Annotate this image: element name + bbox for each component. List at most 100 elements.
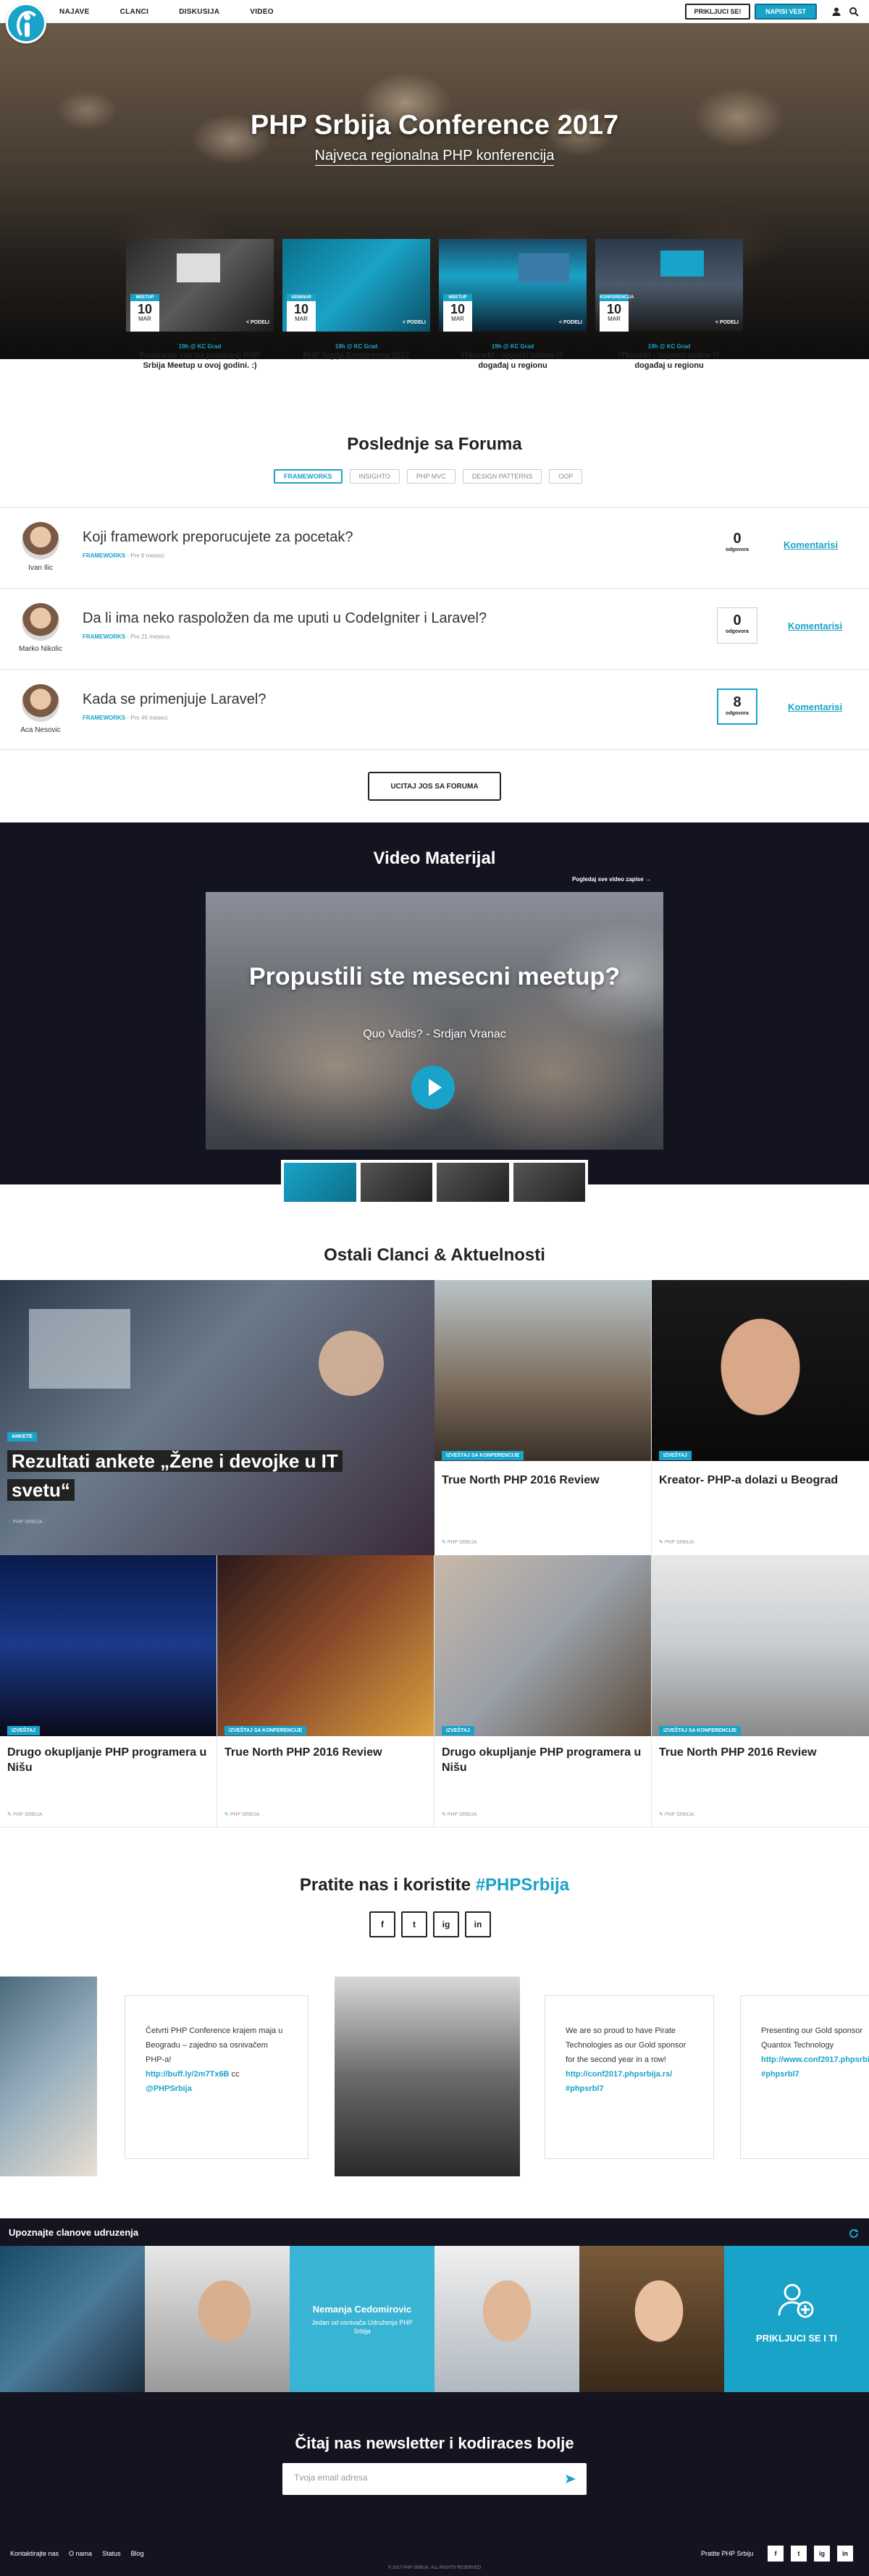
send-icon[interactable]	[565, 2473, 576, 2485]
tweet-card[interactable]: Četvrti PHP Conference krajem maja u Beo…	[125, 1995, 308, 2159]
article-card[interactable]: IZVEŠTAJ SA KONFERENCIJE True North PHP …	[652, 1555, 869, 1827]
video-thumbnail[interactable]	[360, 1163, 432, 1202]
article-card[interactable]: IZVEŠTAJ Drugo okupljanje PHP programera…	[0, 1555, 217, 1827]
video-player[interactable]: Propustili ste mesecni meetup? Quo Vadis…	[206, 892, 663, 1150]
tweet-link[interactable]: http://buff.ly/2m7Tx6B	[146, 2070, 230, 2079]
share-link[interactable]: < PODELI	[246, 320, 269, 325]
article-author: PHP SRBIJA	[659, 1811, 694, 1817]
footer-link-contact[interactable]: Kontaktirajte nas	[10, 2550, 59, 2557]
event-title[interactable]: Pozivamo vas na poslednji PHP Srbija Mee…	[133, 350, 266, 371]
comment-link[interactable]: Komentarisi	[788, 620, 842, 631]
member-featured[interactable]: Nemanja Cedomirovic Jedan od osnivača Ud…	[290, 2246, 434, 2392]
write-news-button[interactable]: NAPISI VEST	[755, 4, 817, 20]
article-card[interactable]: IZVEŠTAJ Kreator- PHP-a dolazi u Beograd…	[652, 1280, 869, 1555]
footer-link-blog[interactable]: Blog	[131, 2550, 144, 2557]
article-title[interactable]: True North PHP 2016 Review	[659, 1745, 862, 1760]
forum-topic[interactable]: Ivan Ilic Koji framework preporucujete z…	[0, 507, 869, 588]
social-buttons: f t ig in	[369, 1911, 491, 1937]
email-input[interactable]: Tvoja email adresa	[282, 2463, 587, 2495]
nav-clanci[interactable]: CLANCI	[120, 8, 149, 16]
nav-diskusija[interactable]: DISKUSIJA	[179, 8, 219, 16]
reply-count: 8 odgovora	[717, 689, 757, 725]
video-thumbnail[interactable]	[437, 1163, 509, 1202]
join-button[interactable]: PRIKLJUCI SE!	[685, 4, 750, 20]
event-title[interactable]: ITkonekt - najveći online IT događaj u r…	[446, 350, 579, 371]
tweet-card[interactable]: Presenting our Gold sponsor Quantox Tech…	[740, 1995, 869, 2159]
article-title[interactable]: Rezultati ankete „Žene i devojke u IT sv…	[7, 1447, 362, 1504]
instagram-photo[interactable]	[335, 1977, 520, 2176]
filter-frameworks[interactable]: FRAMEWORKS	[274, 469, 343, 484]
footer-facebook-icon[interactable]: f	[768, 2546, 784, 2562]
forum-topic[interactable]: Aca Nesovic Kada se primenjuje Laravel? …	[0, 669, 869, 750]
event-card[interactable]: SEMINAR 10 MAR < PODELI 19h @ KC Grad PHP …	[282, 239, 430, 374]
article-title[interactable]: Kreator- PHP-a dolazi u Beograd	[659, 1473, 862, 1488]
comment-link[interactable]: Komentarisi	[788, 702, 842, 712]
member-photo[interactable]	[579, 2246, 724, 2392]
video-headline: Propustili ste mesecni meetup?	[248, 963, 621, 990]
php-srbija-logo[interactable]	[6, 3, 46, 43]
article-author: PHP SRBIJA	[224, 1811, 260, 1817]
topic-question[interactable]: Koji framework preporucujete za pocetak?	[83, 529, 353, 546]
play-icon[interactable]	[411, 1066, 455, 1109]
filter-php-mvc[interactable]: PHP MVC	[406, 469, 456, 484]
footer-instagram-icon[interactable]: ig	[814, 2546, 830, 2562]
event-card[interactable]: MEETUP 10 MAR < PODELI 19h @ KC Grad ITkon…	[439, 239, 587, 374]
video-thumbnail[interactable]	[284, 1163, 356, 1202]
article-card[interactable]: IZVEŠTAJ SA KONFERENCIJE True North PHP …	[434, 1280, 652, 1555]
linkedin-icon[interactable]: in	[465, 1911, 491, 1937]
instagram-photo[interactable]	[0, 1977, 97, 2176]
join-us-tile[interactable]: PRIKLJUCI SE I TI	[724, 2246, 869, 2392]
user-icon[interactable]	[831, 7, 841, 17]
twitter-icon[interactable]: t	[401, 1911, 427, 1937]
article-title[interactable]: Drugo okupljanje PHP programera u Nišu	[442, 1745, 644, 1775]
topic-question[interactable]: Da li ima neko raspoložen da me uputi u …	[83, 610, 487, 627]
facebook-icon[interactable]: f	[369, 1911, 395, 1937]
video-speaker: Quo Vadis? - Srdjan Vranac	[363, 1028, 506, 1040]
member-photo[interactable]	[434, 2246, 579, 2392]
forum-topic[interactable]: Marko Nikolic Da li ima neko raspoložen …	[0, 588, 869, 669]
member-photo[interactable]	[0, 2246, 145, 2392]
tweet-handle[interactable]: @PHPSrbija	[146, 2084, 192, 2093]
instagram-icon[interactable]: ig	[433, 1911, 459, 1937]
top-nav: NAJAVE CLANCI DISKUSIJA VIDEO PRIKLJUCI …	[0, 0, 869, 43]
article-card[interactable]: IZVEŠTAJ SA KONFERENCIJE True North PHP …	[217, 1555, 434, 1827]
article-title[interactable]: True North PHP 2016 Review	[224, 1745, 427, 1760]
share-link[interactable]: < PODELI	[715, 320, 739, 325]
topic-question[interactable]: Kada se primenjuje Laravel?	[83, 691, 266, 708]
tweet-link[interactable]: http://www.conf2017.phpsrbija.rs/post/9	[761, 2055, 869, 2064]
article-author: PHP SRBIJA	[7, 1519, 43, 1525]
tweet-handle[interactable]: #phpsrbl7	[761, 2070, 799, 2079]
footer-links: Kontaktirajte nas O nama Status Blog	[10, 2550, 144, 2557]
nav-najave[interactable]: NAJAVE	[59, 8, 90, 16]
tweet-handle[interactable]: #phpsrbl7	[566, 2084, 604, 2093]
article-title[interactable]: Drugo okupljanje PHP programera u Nišu	[7, 1745, 209, 1775]
share-link[interactable]: < PODELI	[403, 320, 426, 325]
footer-twitter-icon[interactable]: t	[791, 2546, 807, 2562]
event-title[interactable]: PHP Srgija Conference 2017	[290, 350, 423, 361]
refresh-icon[interactable]	[849, 2228, 859, 2239]
filter-insighto[interactable]: INSIGHTO	[349, 469, 400, 484]
event-date-badge: SEMINAR 10 MAR	[287, 294, 316, 332]
tweet-link[interactable]: http://conf2017.phpsrbija.rs/	[566, 2070, 672, 2079]
comment-link[interactable]: Komentarisi	[784, 539, 838, 550]
article-title[interactable]: True North PHP 2016 Review	[442, 1473, 644, 1488]
tweet-card[interactable]: We are so proud to have Pirate Technolog…	[545, 1995, 714, 2159]
hero-subtitle[interactable]: Najveca regionalna PHP konferencija	[0, 148, 869, 166]
footer-link-about[interactable]: O nama	[69, 2550, 92, 2557]
article-card[interactable]: ANKETE Rezultati ankete „Žene i devojke …	[0, 1280, 434, 1555]
load-more-forum-button[interactable]: UCITAJ JOS SA FORUMA	[368, 772, 501, 801]
filter-design-patterns[interactable]: DESIGN PATTERNS	[462, 469, 542, 484]
footer-link-status[interactable]: Status	[102, 2550, 121, 2557]
search-icon[interactable]	[849, 7, 859, 17]
video-thumbnail[interactable]	[513, 1163, 585, 1202]
article-card[interactable]: IZVEŠTAJ Drugo okupljanje PHP programera…	[434, 1555, 652, 1827]
event-card[interactable]: MEETUP 10 MAR < PODELI 19h @ KC Grad Poziv…	[126, 239, 274, 374]
filter-oop[interactable]: OOP	[549, 469, 583, 484]
nav-video[interactable]: VIDEO	[250, 8, 274, 16]
share-link[interactable]: < PODELI	[559, 320, 582, 325]
footer-linkedin-icon[interactable]: in	[837, 2546, 853, 2562]
event-title[interactable]: ITkonekt - najveći online IT događaj u r…	[603, 350, 736, 371]
event-card[interactable]: KONFERENCIJA 10 MAR < PODELI 19h @ KC Grad…	[595, 239, 743, 374]
member-photo[interactable]	[145, 2246, 290, 2392]
all-videos-link[interactable]: Pogledaj sve video zapise →	[572, 876, 651, 883]
